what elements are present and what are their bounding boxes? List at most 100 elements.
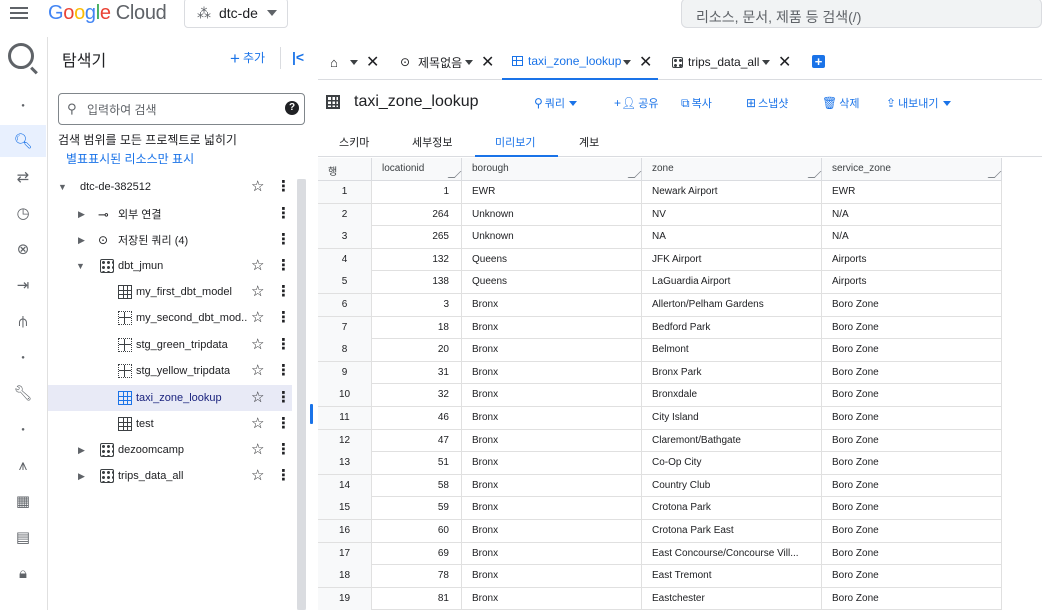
table-cell[interactable]: Boro Zone <box>822 542 1002 565</box>
table-cell[interactable]: Bronx <box>462 429 642 452</box>
share-button[interactable]: +👤︎ 공유 <box>614 95 659 111</box>
table-cell[interactable]: EWR <box>462 181 642 203</box>
tree-item-dataset-dbt-jmun[interactable]: ▼ dbt_jmun ☆ ⋮ <box>48 253 292 279</box>
analytics-hub-icon[interactable]: ⊗ <box>0 233 46 265</box>
dashboard-icon[interactable]: ▦ <box>0 485 46 517</box>
table-cell[interactable]: Unknown <box>462 226 642 249</box>
table-cell[interactable]: Boro Zone <box>822 407 1002 429</box>
tree-item-view[interactable]: stg_green_tripdata ☆ ⋮ <box>48 332 292 358</box>
table-cell[interactable]: LaGuardia Airport <box>642 271 822 294</box>
table-cell[interactable]: Newark Airport <box>642 181 822 203</box>
close-icon[interactable]: ✕ <box>778 52 791 72</box>
table-cell[interactable]: Airports <box>822 248 1002 271</box>
more-vert-icon[interactable]: ⋮ <box>276 177 291 195</box>
add-button[interactable]: + 추가 <box>230 49 265 69</box>
column-header[interactable]: zone <box>642 158 822 181</box>
table-cell[interactable]: 20 <box>372 339 462 362</box>
table-cell[interactable]: 60 <box>372 520 462 542</box>
lock-icon[interactable]: 🔒︎ <box>0 557 46 589</box>
expanded-caret-icon[interactable]: ▼ <box>76 261 85 271</box>
more-vert-icon[interactable]: ⋮ <box>276 308 291 326</box>
table-cell[interactable]: 81 <box>372 587 462 610</box>
tree-item-saved-queries[interactable]: ▶ ⊙ 저장된 쿼리 (4) ⋮ <box>48 227 292 253</box>
table-cell[interactable]: Bronx <box>462 542 642 565</box>
collapsed-caret-icon[interactable]: ▶ <box>78 471 85 482</box>
copy-button[interactable]: ⧉ 복사 <box>681 95 712 111</box>
table-cell[interactable]: 51 <box>372 452 462 475</box>
project-picker[interactable]: ⁂ dtc-de <box>184 0 288 28</box>
clock-icon[interactable]: ◷ <box>0 197 46 229</box>
close-icon[interactable]: ✕ <box>481 52 494 72</box>
table-cell[interactable]: Queens <box>462 271 642 294</box>
snapshot-button[interactable]: ⊞ 스냅샷 <box>746 95 788 111</box>
table-cell[interactable]: Co-Op City <box>642 452 822 475</box>
tree-item-table[interactable]: test ☆ ⋮ <box>48 411 292 437</box>
table-cell[interactable]: Boro Zone <box>822 339 1002 362</box>
table-cell[interactable]: N/A <box>822 203 1002 226</box>
tree-item-view[interactable]: stg_yellow_tripdata ☆ ⋮ <box>48 358 292 384</box>
more-vert-icon[interactable]: ⋮ <box>276 466 291 484</box>
table-cell[interactable]: Boro Zone <box>822 361 1002 384</box>
search-icon[interactable]: 🔍︎ <box>0 125 46 157</box>
more-vert-icon[interactable]: ⋮ <box>276 388 291 406</box>
table-cell[interactable]: Country Club <box>642 474 822 497</box>
graph-icon[interactable]: ⫛ <box>0 305 46 337</box>
more-vert-icon[interactable]: ⋮ <box>276 361 291 379</box>
more-vert-icon[interactable]: ⋮ <box>276 282 291 300</box>
tab-details[interactable]: 세부정보 <box>412 134 452 150</box>
tab-taxi-zone-lookup[interactable]: taxi_zone_lookup ✕ <box>502 44 658 80</box>
table-cell[interactable]: JFK Airport <box>642 248 822 271</box>
table-cell[interactable]: Bronx Park <box>642 361 822 384</box>
close-icon[interactable]: ✕ <box>366 52 379 72</box>
tree-item-external-connections[interactable]: ▶ ⊸ 외부 연결 ⋮ <box>48 201 292 227</box>
tab-untitled-query[interactable]: ⊙ 제목없음 ✕ <box>390 44 500 80</box>
panel-resize-handle[interactable] <box>310 404 313 424</box>
table-cell[interactable]: Boro Zone <box>822 294 1002 316</box>
tree-item-taxi-zone-lookup[interactable]: taxi_zone_lookup ☆ ⋮ <box>48 385 292 411</box>
table-cell[interactable]: Bronx <box>462 294 642 316</box>
table-cell[interactable]: 78 <box>372 565 462 588</box>
wrench-icon[interactable]: 🔧︎ <box>0 377 46 409</box>
table-cell[interactable]: Boro Zone <box>822 384 1002 407</box>
table-cell[interactable]: East Tremont <box>642 565 822 588</box>
main-menu-icon[interactable] <box>10 4 32 24</box>
close-icon[interactable]: ✕ <box>639 52 652 72</box>
table-cell[interactable]: Belmont <box>642 339 822 362</box>
tab-preview[interactable]: 미리보기 <box>495 134 535 150</box>
table-cell[interactable]: Boro Zone <box>822 429 1002 452</box>
table-cell[interactable]: Bronx <box>462 361 642 384</box>
tree-item-project[interactable]: ▼ dtc-de-382512 ☆ ⋮ <box>48 174 292 200</box>
table-cell[interactable]: NA <box>642 226 822 249</box>
new-tab-icon[interactable]: + <box>812 55 825 68</box>
table-cell[interactable]: 69 <box>372 542 462 565</box>
star-icon[interactable]: ☆ <box>251 466 264 484</box>
expanded-caret-icon[interactable]: ▼ <box>58 182 67 192</box>
global-search-input[interactable]: 리소스, 문서, 제품 등 검색(/) <box>681 0 1042 28</box>
table-cell[interactable]: Boro Zone <box>822 497 1002 520</box>
chevron-down-icon[interactable] <box>465 60 473 65</box>
column-resize-icon[interactable] <box>627 171 642 178</box>
table-cell[interactable]: Boro Zone <box>822 565 1002 588</box>
star-icon[interactable]: ☆ <box>251 335 264 353</box>
table-cell[interactable]: Boro Zone <box>822 474 1002 497</box>
table-cell[interactable]: 32 <box>372 384 462 407</box>
table-cell[interactable]: 46 <box>372 407 462 429</box>
more-vert-icon[interactable]: ⋮ <box>276 414 291 432</box>
table-cell[interactable]: Queens <box>462 248 642 271</box>
table-cell[interactable]: 18 <box>372 316 462 339</box>
table-cell[interactable]: 132 <box>372 248 462 271</box>
table-cell[interactable]: Bronx <box>462 520 642 542</box>
table-cell[interactable]: 47 <box>372 429 462 452</box>
tab-trips-data-all[interactable]: trips_data_all ✕ <box>660 44 800 80</box>
column-header[interactable]: borough <box>462 158 642 181</box>
tab-schema[interactable]: 스키마 <box>339 134 369 150</box>
tab-home[interactable]: ⌂ ✕ <box>318 44 388 80</box>
column-resize-icon[interactable] <box>447 171 462 178</box>
explorer-search-input[interactable]: ⚲ 입력하여 검색 ? <box>58 93 305 125</box>
tree-item-dataset-dezoomcamp[interactable]: ▶ dezoomcamp ☆ ⋮ <box>48 437 292 463</box>
more-vert-icon[interactable]: ⋮ <box>276 230 291 248</box>
table-icon[interactable]: ▤ <box>0 521 46 553</box>
table-cell[interactable]: Boro Zone <box>822 520 1002 542</box>
scope-text[interactable]: 검색 범위를 모든 프로젝트로 넓히기 <box>58 131 237 148</box>
collapsed-caret-icon[interactable]: ▶ <box>78 235 85 246</box>
